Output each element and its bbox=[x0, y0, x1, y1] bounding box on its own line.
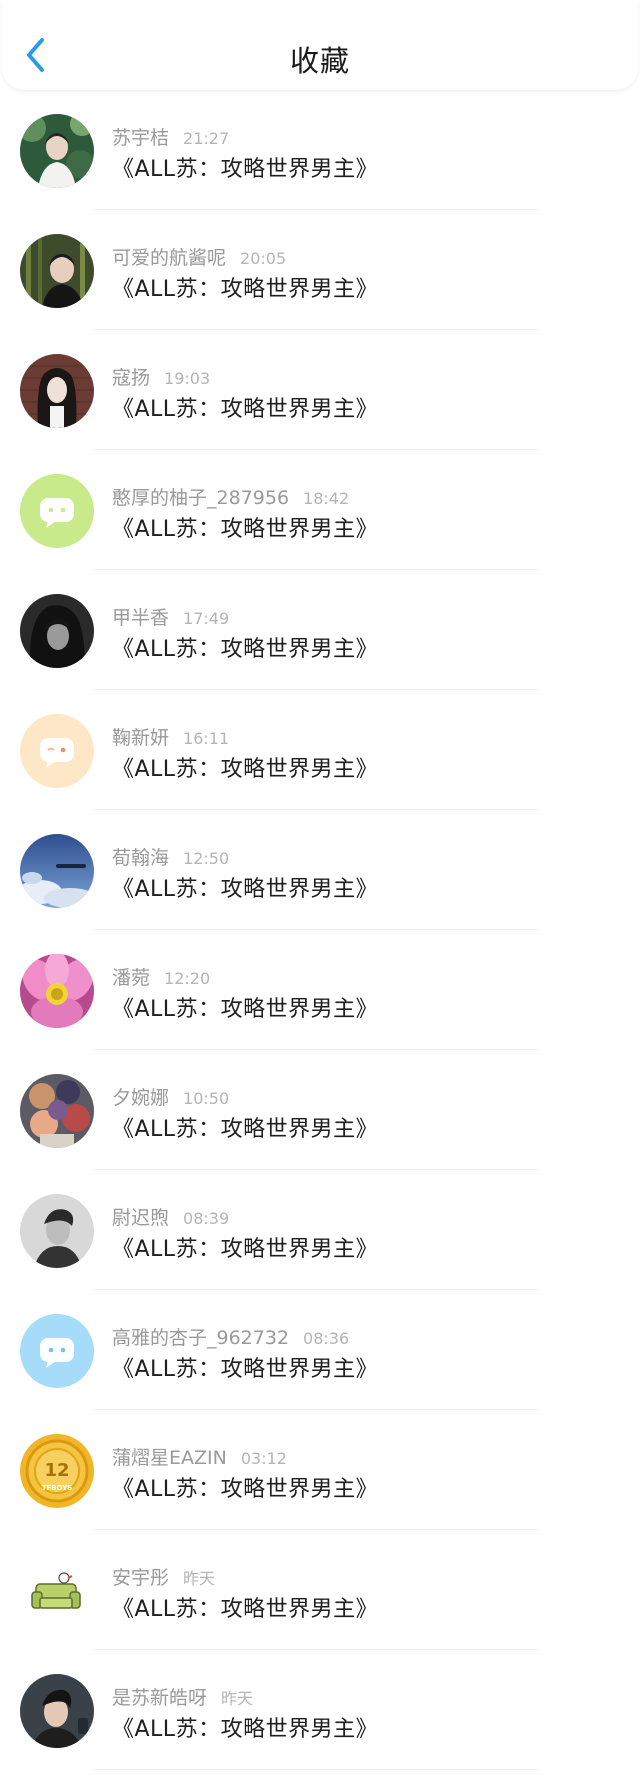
list-item[interactable]: 潘菀 12:20 《ALL苏：攻略世界男主》 bbox=[0, 930, 640, 1050]
sofa-icon bbox=[20, 1554, 94, 1628]
avatar[interactable] bbox=[20, 234, 94, 308]
timestamp: 03:12 bbox=[240, 1449, 287, 1468]
timestamp: 昨天 bbox=[183, 1569, 216, 1588]
top-bar: 收藏 bbox=[2, 0, 638, 90]
list-item[interactable]: 荀翰海 12:50 《ALL苏：攻略世界男主》 bbox=[0, 810, 640, 930]
avatar[interactable] bbox=[20, 1314, 94, 1388]
timestamp: 08:36 bbox=[303, 1329, 350, 1348]
user-name[interactable]: 蒲熠星EAZIN bbox=[112, 1447, 227, 1469]
timestamp: 16:11 bbox=[183, 729, 230, 748]
timestamp: 21:27 bbox=[183, 129, 230, 148]
book-title[interactable]: 《ALL苏：攻略世界男主》 bbox=[112, 391, 378, 423]
list-item[interactable]: 鞠新妍 16:11 《ALL苏：攻略世界男主》 bbox=[0, 690, 640, 810]
item-meta: 甲半香 17:49 bbox=[112, 603, 229, 630]
timestamp: 12:50 bbox=[183, 849, 230, 868]
user-name[interactable]: 甲半香 bbox=[112, 607, 169, 629]
book-title[interactable]: 《ALL苏：攻略世界男主》 bbox=[112, 631, 378, 663]
user-name[interactable]: 荀翰海 bbox=[112, 847, 169, 869]
timestamp: 昨天 bbox=[221, 1689, 254, 1708]
list-item[interactable]: 寇扬 19:03 《ALL苏：攻略世界男主》 bbox=[0, 330, 640, 450]
avatar[interactable]: 12 TFBOYS bbox=[20, 1434, 94, 1508]
avatar[interactable] bbox=[20, 1074, 94, 1148]
avatar[interactable] bbox=[20, 354, 94, 428]
item-meta: 寇扬 19:03 bbox=[112, 363, 210, 390]
item-meta: 高雅的杏子_962732 08:36 bbox=[112, 1323, 349, 1350]
book-title[interactable]: 《ALL苏：攻略世界男主》 bbox=[112, 151, 378, 183]
badge-brand: TFBOYS bbox=[42, 1484, 73, 1492]
item-meta: 憨厚的柚子_287956 18:42 bbox=[112, 483, 349, 510]
avatar[interactable] bbox=[20, 114, 94, 188]
avatar[interactable] bbox=[20, 1194, 94, 1268]
item-meta: 安宇彤 昨天 bbox=[112, 1563, 215, 1590]
user-name[interactable]: 可爱的航酱呢 bbox=[112, 247, 226, 269]
book-title[interactable]: 《ALL苏：攻略世界男主》 bbox=[112, 1591, 378, 1623]
list-item[interactable]: 可爱的航酱呢 20:05 《ALL苏：攻略世界男主》 bbox=[0, 210, 640, 330]
book-title[interactable]: 《ALL苏：攻略世界男主》 bbox=[112, 511, 378, 543]
timestamp: 19:03 bbox=[164, 369, 211, 388]
list-item[interactable]: 苏宇桔 21:27 《ALL苏：攻略世界男主》 bbox=[0, 90, 640, 210]
gold-badge-icon: 12 TFBOYS bbox=[20, 1434, 94, 1508]
avatar[interactable] bbox=[20, 594, 94, 668]
book-title[interactable]: 《ALL苏：攻略世界男主》 bbox=[112, 991, 378, 1023]
item-meta: 蒲熠星EAZIN 03:12 bbox=[112, 1443, 287, 1470]
avatar[interactable] bbox=[20, 714, 94, 788]
timestamp: 12:20 bbox=[164, 969, 211, 988]
favorites-list: 苏宇桔 21:27 《ALL苏：攻略世界男主》 可爱的航酱呢 20:05 《ALL苏… bbox=[0, 90, 640, 1770]
user-name[interactable]: 安宇彤 bbox=[112, 1567, 169, 1589]
list-item[interactable]: 尉迟煦 08:39 《ALL苏：攻略世界男主》 bbox=[0, 1170, 640, 1290]
timestamp: 10:50 bbox=[183, 1089, 230, 1108]
user-name[interactable]: 苏宇桔 bbox=[112, 127, 169, 149]
list-item[interactable]: 憨厚的柚子_287956 18:42 《ALL苏：攻略世界男主》 bbox=[0, 450, 640, 570]
book-title[interactable]: 《ALL苏：攻略世界男主》 bbox=[112, 1471, 378, 1503]
chat-bubble-icon bbox=[20, 714, 94, 788]
list-item[interactable]: 是苏新皓呀 昨天 《ALL苏：攻略世界男主》 bbox=[0, 1650, 640, 1770]
timestamp: 20:05 bbox=[240, 249, 287, 268]
page-title: 收藏 bbox=[289, 44, 350, 78]
badge-number: 12 bbox=[44, 1460, 69, 1481]
timestamp: 08:39 bbox=[183, 1209, 230, 1228]
user-name[interactable]: 是苏新皓呀 bbox=[112, 1687, 207, 1709]
timestamp: 18:42 bbox=[303, 489, 350, 508]
user-name[interactable]: 尉迟煦 bbox=[112, 1207, 169, 1229]
user-name[interactable]: 夕婉娜 bbox=[112, 1087, 169, 1109]
item-meta: 尉迟煦 08:39 bbox=[112, 1203, 229, 1230]
book-title[interactable]: 《ALL苏：攻略世界男主》 bbox=[112, 1111, 378, 1143]
avatar[interactable] bbox=[20, 1554, 94, 1628]
item-meta: 夕婉娜 10:50 bbox=[112, 1083, 229, 1110]
avatar[interactable] bbox=[20, 474, 94, 548]
item-meta: 可爱的航酱呢 20:05 bbox=[112, 243, 286, 270]
user-name[interactable]: 寇扬 bbox=[112, 367, 150, 389]
book-title[interactable]: 《ALL苏：攻略世界男主》 bbox=[112, 751, 378, 783]
item-meta: 荀翰海 12:50 bbox=[112, 843, 229, 870]
list-item[interactable]: 高雅的杏子_962732 08:36 《ALL苏：攻略世界男主》 bbox=[0, 1290, 640, 1410]
timestamp: 17:49 bbox=[183, 609, 230, 628]
book-title[interactable]: 《ALL苏：攻略世界男主》 bbox=[112, 1231, 378, 1263]
chat-bubble-icon bbox=[20, 1314, 94, 1388]
book-title[interactable]: 《ALL苏：攻略世界男主》 bbox=[112, 271, 378, 303]
item-meta: 是苏新皓呀 昨天 bbox=[112, 1683, 253, 1710]
item-meta: 潘菀 12:20 bbox=[112, 963, 210, 990]
avatar[interactable] bbox=[20, 954, 94, 1028]
book-title[interactable]: 《ALL苏：攻略世界男主》 bbox=[112, 1351, 378, 1383]
user-name[interactable]: 高雅的杏子_962732 bbox=[112, 1327, 289, 1349]
list-item[interactable]: 12 TFBOYS 蒲熠星EAZIN 03:12 《ALL苏：攻略世界男主》 bbox=[0, 1410, 640, 1530]
user-name[interactable]: 潘菀 bbox=[112, 967, 150, 989]
avatar[interactable] bbox=[20, 1674, 94, 1748]
user-name[interactable]: 鞠新妍 bbox=[112, 727, 169, 749]
list-item[interactable]: 甲半香 17:49 《ALL苏：攻略世界男主》 bbox=[0, 570, 640, 690]
item-meta: 苏宇桔 21:27 bbox=[112, 123, 229, 150]
book-title[interactable]: 《ALL苏：攻略世界男主》 bbox=[112, 871, 378, 903]
list-item[interactable]: 安宇彤 昨天 《ALL苏：攻略世界男主》 bbox=[0, 1530, 640, 1650]
chat-bubble-icon bbox=[20, 474, 94, 548]
book-title[interactable]: 《ALL苏：攻略世界男主》 bbox=[112, 1711, 378, 1743]
list-item[interactable]: 夕婉娜 10:50 《ALL苏：攻略世界男主》 bbox=[0, 1050, 640, 1170]
user-name[interactable]: 憨厚的柚子_287956 bbox=[112, 487, 289, 509]
item-meta: 鞠新妍 16:11 bbox=[112, 723, 229, 750]
avatar[interactable] bbox=[20, 834, 94, 908]
